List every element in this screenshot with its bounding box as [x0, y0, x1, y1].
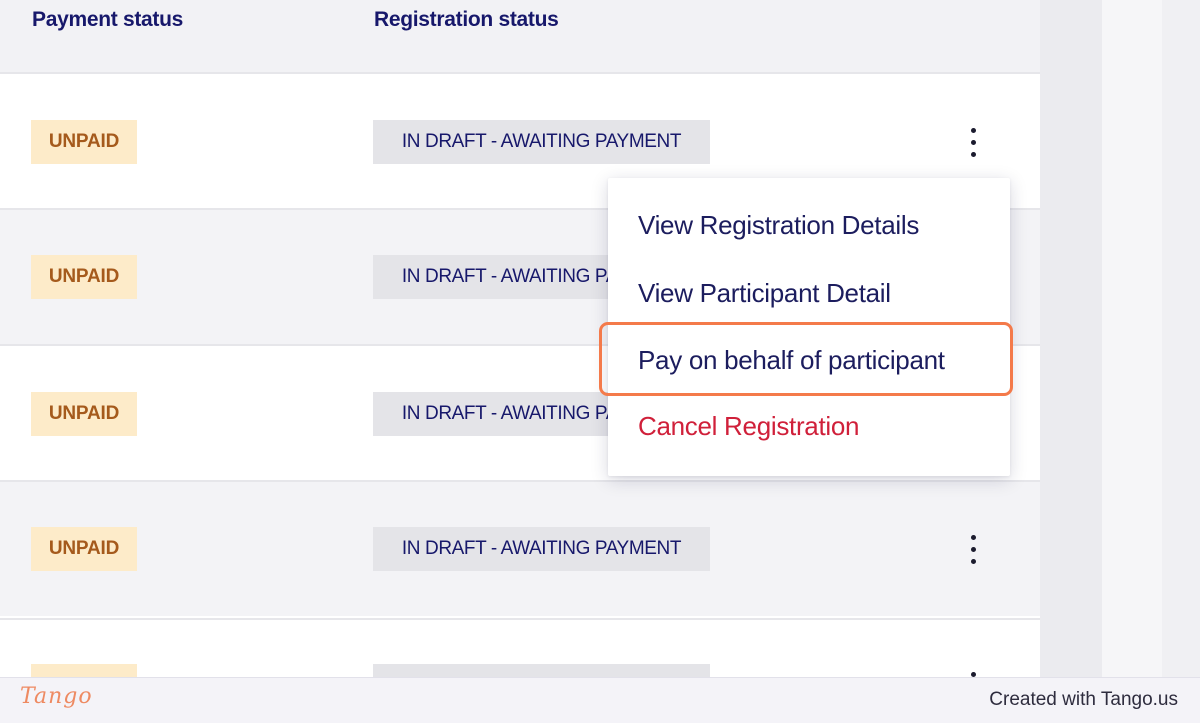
kebab-menu-icon[interactable] [960, 120, 986, 164]
menu-item-view-registration-details[interactable]: View Registration Details [638, 210, 919, 241]
tango-logo: Tango [20, 684, 93, 709]
menu-item-view-participant-detail[interactable]: View Participant Detail [638, 278, 891, 309]
table-header: Payment status Registration status [0, 0, 1040, 72]
payment-status-badge: UNPAID [31, 120, 137, 164]
tango-credit: Created with Tango.us [989, 689, 1178, 710]
payment-status-badge: UNPAID [31, 392, 137, 436]
page-edge [1162, 0, 1200, 723]
scroll-gutter [1040, 0, 1102, 723]
table-row: UNPAID IN DRAFT - AWAITING PAYMENT [0, 480, 1040, 616]
registration-status-badge: IN DRAFT - AWAITING PAYMENT [373, 120, 710, 164]
page-background [1102, 0, 1162, 723]
tango-footer: Tango Created with Tango.us [0, 677, 1200, 723]
menu-item-cancel-registration[interactable]: Cancel Registration [638, 411, 860, 442]
column-header-payment-status[interactable]: Payment status [32, 8, 183, 32]
payment-status-badge: UNPAID [31, 255, 137, 299]
screenshot-stage: Payment status Registration status UNPAI… [0, 0, 1200, 723]
kebab-menu-icon[interactable] [960, 527, 986, 571]
registration-status-badge: IN DRAFT - AWAITING PAYMENT [373, 527, 710, 571]
column-header-registration-status[interactable]: Registration status [374, 8, 559, 32]
step-highlight-box [599, 322, 1013, 396]
payment-status-badge: UNPAID [31, 527, 137, 571]
